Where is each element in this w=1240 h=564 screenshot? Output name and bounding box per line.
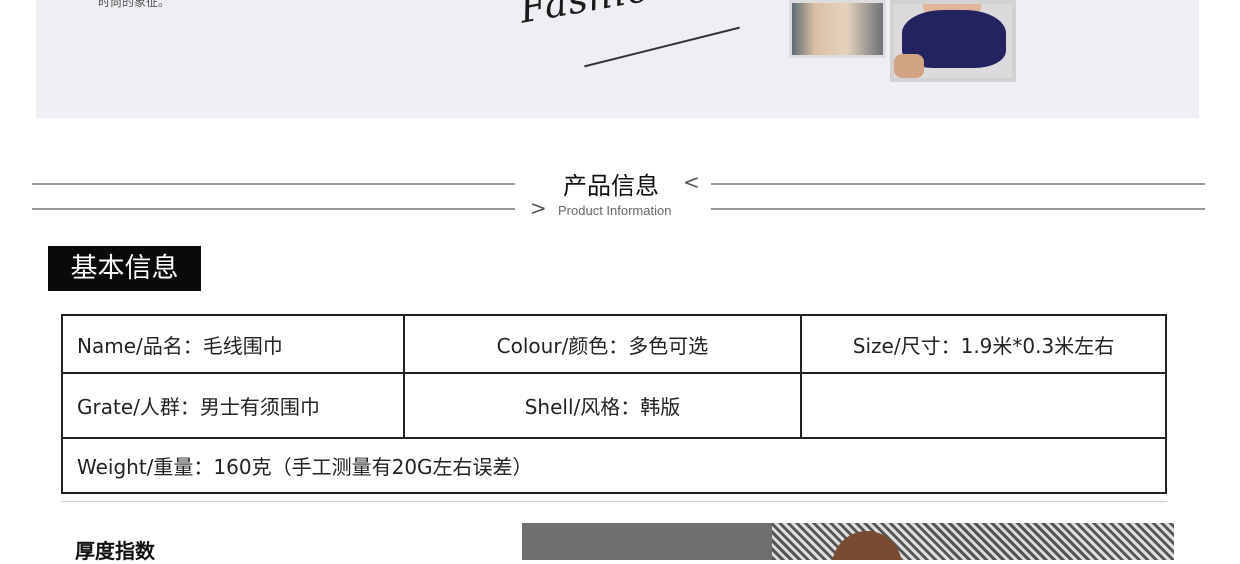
heading-line-top-left — [32, 183, 515, 185]
grate-cell: Grate/人群：男士有须围巾 — [61, 372, 405, 439]
section-divider — [61, 501, 1167, 502]
banner-photo-model-2 — [890, 0, 1016, 82]
colour-cell: Colour/颜色：多色可选 — [403, 314, 802, 374]
chevron-left-icon: < — [683, 170, 700, 194]
top-banner: 时尚的象征。 Fashion daily — [36, 0, 1199, 118]
photo-background — [522, 523, 772, 560]
name-cell: Name/品名：毛线围巾 — [61, 314, 405, 374]
empty-cell — [800, 372, 1167, 439]
table-row: Weight/重量：160克（手工测量有20G左右误差） — [61, 437, 1167, 494]
table-row: Grate/人群：男士有须围巾 Shell/风格：韩版 — [61, 372, 1167, 439]
size-cell: Size/尺寸：1.9米*0.3米左右 — [800, 314, 1167, 374]
script-underline — [584, 26, 740, 68]
table-row: Name/品名：毛线围巾 Colour/颜色：多色可选 Size/尺寸：1.9米… — [61, 314, 1167, 374]
section-subtitle: Product Information — [558, 203, 672, 218]
basic-info-tag: 基本信息 — [48, 246, 201, 291]
product-info-table: Name/品名：毛线围巾 Colour/颜色：多色可选 Size/尺寸：1.9米… — [61, 314, 1167, 494]
banner-script-text: Fashion daily — [516, 0, 787, 32]
photo-hand — [894, 54, 924, 78]
heading-line-bottom-left — [32, 208, 515, 210]
photo-model-hair — [832, 531, 902, 560]
banner-text: 时尚的象征。 — [98, 0, 171, 9]
banner-photo-model-1 — [789, 0, 886, 58]
heading-line-bottom-right — [711, 208, 1205, 210]
heading-line-top-right — [711, 183, 1205, 185]
weight-cell: Weight/重量：160克（手工测量有20G左右误差） — [61, 437, 1167, 494]
shell-cell: Shell/风格：韩版 — [403, 372, 802, 439]
section-title: 产品信息 — [563, 172, 659, 200]
product-photo — [522, 523, 1174, 560]
chevron-right-icon: > — [530, 196, 547, 220]
